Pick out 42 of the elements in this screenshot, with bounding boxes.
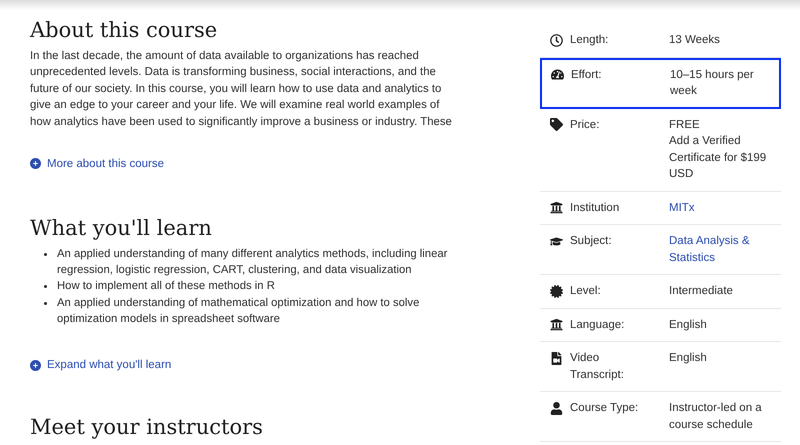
detail-label: Subject: <box>570 234 613 249</box>
detail-value: Add a Verified Certificate for $199 USD <box>669 134 768 182</box>
bank-icon <box>550 201 563 214</box>
detail-value: Instructor-led on a course schedule <box>669 401 763 432</box>
bullet-icon <box>44 285 47 288</box>
person-icon <box>550 402 563 415</box>
learning-item: How to implement all of these methods in R <box>57 278 450 295</box>
bank-icon <box>550 318 563 332</box>
learning-item: An applied understanding of many different analytics methods, including linear regression, logistic regression, CART, clustering, and data visualization <box>57 246 450 278</box>
detail-label: Course Type: <box>570 401 640 416</box>
seal-icon <box>550 284 563 298</box>
detail-value: English <box>669 351 708 366</box>
detail-link[interactable]: MITx <box>669 200 771 216</box>
graduation-cap-icon <box>550 234 563 248</box>
video-file-icon <box>550 352 563 365</box>
tag-icon <box>550 118 563 132</box>
course-description: In the last decade, the amount of data available to organizations has reached unprecedented levels. Data is transforming business, social interactions, and the future of our society. In this course, you will learn how to use data and analytics to give an edge to your career and your life. We will examine real world examples of how analytics have been used to significantly improve a business or industry. These <box>30 49 453 130</box>
learning-item: An applied understanding of mathematical optimization and how to solve optimization models in spreadsheet software <box>57 294 450 328</box>
section-heading: About this course <box>30 17 218 44</box>
plus-icon <box>30 360 41 371</box>
gauge-icon <box>551 68 564 82</box>
detail-value: English <box>669 318 708 332</box>
detail-label: Video Transcript: <box>570 351 625 382</box>
section-heading: What you'll learn <box>30 214 213 242</box>
detail-value: Intermediate <box>669 284 734 299</box>
plus-icon <box>30 158 41 169</box>
detail-value: FREE <box>669 118 701 132</box>
detail-value: 10–15 hours per week <box>670 68 755 99</box>
more-link[interactable]: More about this course <box>30 158 164 170</box>
detail-label: Length: <box>570 33 610 48</box>
detail-value: 13 Weeks <box>669 33 721 48</box>
detail-label: Institution <box>570 200 620 216</box>
detail-label: Language: <box>570 318 626 332</box>
detail-label: Effort: <box>571 68 602 82</box>
detail-label: Level: <box>570 284 602 299</box>
detail-label: Price: <box>570 118 600 132</box>
section-heading: Meet your instructors <box>30 414 264 442</box>
bullet-icon <box>44 302 47 305</box>
detail-link[interactable]: Data Analysis & Statistics <box>669 233 771 266</box>
expand-link[interactable]: Expand what you'll learn <box>30 359 172 372</box>
clock-icon <box>550 34 563 47</box>
bullet-icon <box>44 252 47 256</box>
